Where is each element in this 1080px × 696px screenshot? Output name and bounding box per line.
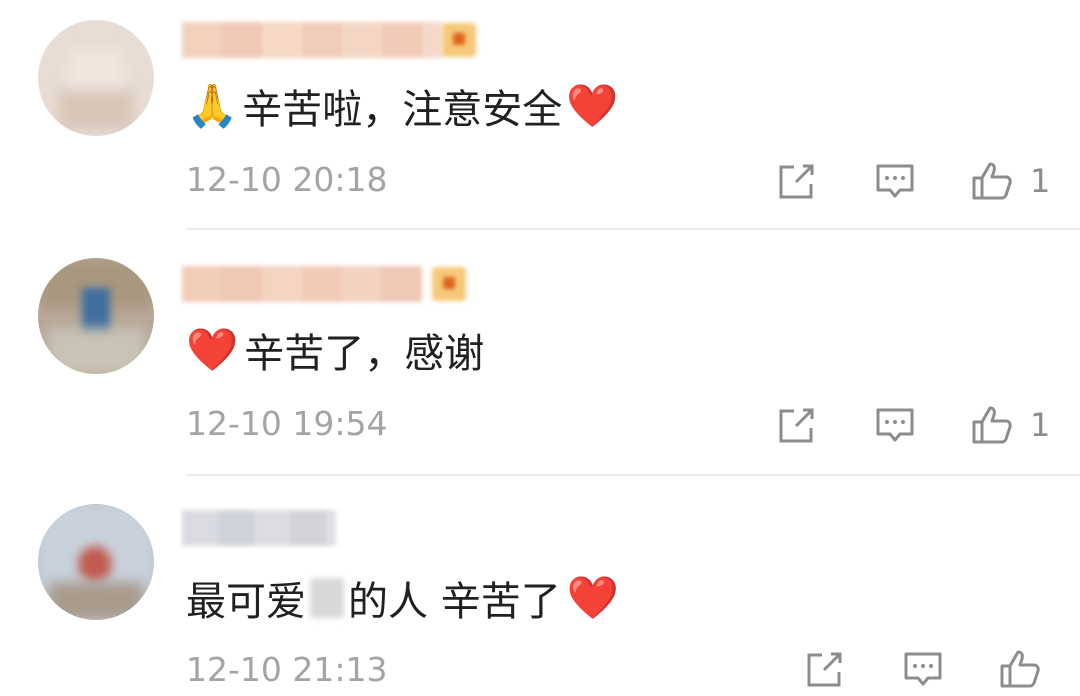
comment-item: 最可爱 的人 辛苦了 ❤️ 12-10 21:13 [0,476,1080,696]
comment-text: ❤️ 辛苦了，感谢 [186,324,485,378]
comment-text: 最可爱 的人 辛苦了 ❤️ [186,572,620,626]
avatar[interactable] [38,20,154,136]
comment-time: 12-10 21:13 [186,650,388,689]
comment-body: 辛苦了，感谢 [244,331,485,377]
heart-emoji: ❤️ [186,325,239,374]
avatar[interactable] [38,504,154,620]
folded-hands-emoji: 🙏 [186,81,239,130]
comment-body-end: 的人 辛苦了 [348,579,561,625]
username-blurred[interactable] [182,510,336,546]
like-icon [972,406,1012,444]
like-button[interactable] [996,644,1046,694]
username-blurred[interactable] [182,266,422,302]
comment-text: 🙏 辛苦啦，注意安全 ❤️ [186,80,619,134]
comment-body-start: 最可爱 [186,579,306,625]
user-badge-icon [432,267,466,301]
reply-icon [904,652,942,686]
blurred-character [310,578,344,618]
reply-button[interactable] [870,400,920,450]
like-button[interactable] [968,156,1018,206]
reply-icon [876,164,914,198]
username-blurred[interactable] [182,22,442,58]
heart-emoji: ❤️ [566,573,620,622]
comment-time: 12-10 20:18 [186,160,388,199]
share-button[interactable] [772,400,822,450]
like-count: 1 [1030,162,1051,200]
like-count: 1 [1030,406,1051,444]
share-icon [779,408,814,443]
reply-button[interactable] [870,156,920,206]
reply-icon [876,408,914,442]
user-badge-icon [442,23,476,57]
comment-item: 🙏 辛苦啦，注意安全 ❤️ 12-10 20:18 1 [0,0,1080,228]
avatar[interactable] [38,258,154,374]
share-icon [807,652,842,687]
share-button[interactable] [772,156,822,206]
like-icon [1000,650,1040,688]
comment-body: 辛苦啦，注意安全 [242,87,563,133]
comment-time: 12-10 19:54 [186,404,388,443]
comment-item: ❤️ 辛苦了，感谢 12-10 19:54 1 [0,230,1080,474]
like-button[interactable] [968,400,1018,450]
share-icon [779,164,814,199]
heart-emoji: ❤️ [566,81,619,130]
share-button[interactable] [800,644,850,694]
reply-button[interactable] [898,644,948,694]
like-icon [972,162,1012,200]
